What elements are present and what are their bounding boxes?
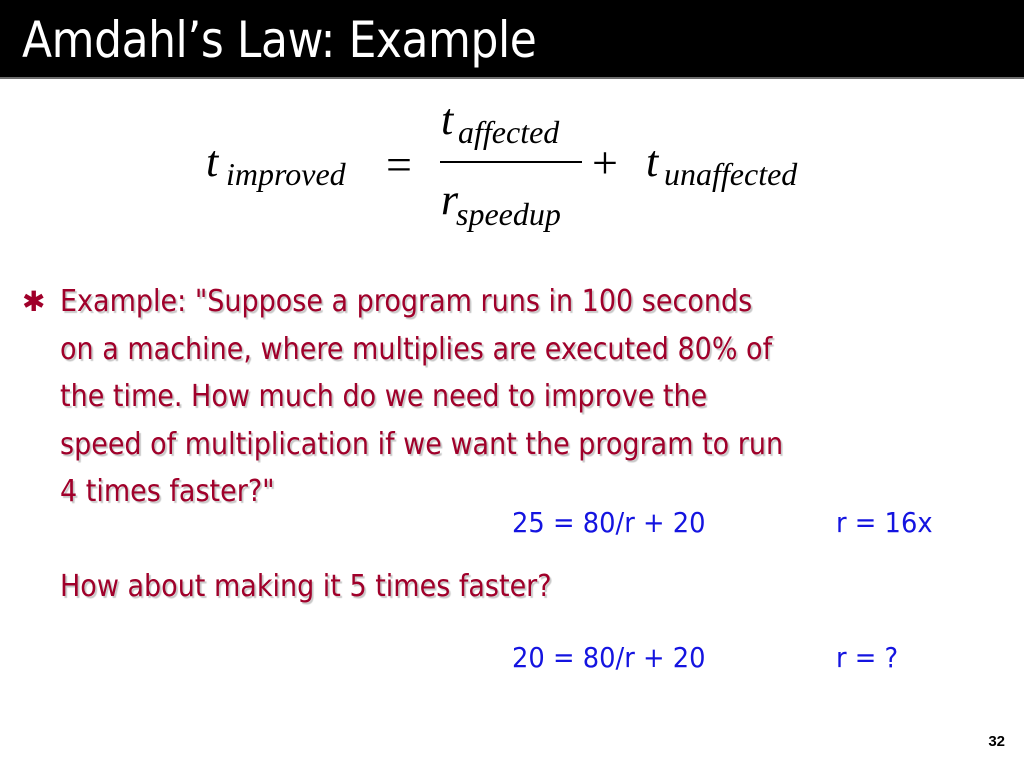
formula-lhs-var: t bbox=[206, 137, 219, 186]
bullet-line: on a machine, where multiplies are execu… bbox=[60, 331, 773, 367]
asterisk-bullet-icon: ✱ bbox=[22, 285, 46, 318]
formula-plus: + bbox=[592, 137, 618, 188]
formula-num-sub: affected bbox=[458, 114, 560, 150]
answer1-equation: 25 = 80/r + 20 bbox=[512, 506, 706, 539]
formula-num-var: t bbox=[441, 95, 454, 144]
formula-equals: = bbox=[386, 139, 412, 190]
amdahl-formula: t improved = t affected r speedup + t un… bbox=[200, 95, 840, 243]
formula-rhs-var: t bbox=[646, 137, 659, 186]
fraction-bar bbox=[440, 161, 582, 163]
answer1-result: r = 16x bbox=[836, 506, 933, 539]
bullet-line: Example: "Suppose a program runs in 100 … bbox=[60, 284, 753, 319]
bullet-text: Example: "Suppose a program runs in 100 … bbox=[60, 278, 783, 516]
formula-den-sub: speedup bbox=[456, 196, 561, 232]
formula-lhs-sub: improved bbox=[226, 156, 346, 192]
answer2-result: r = ? bbox=[836, 641, 899, 674]
slide-title: Amdahl’s Law: Example bbox=[22, 11, 537, 69]
title-bar: Amdahl’s Law: Example bbox=[0, 0, 1024, 79]
bullet-line: speed of multiplication if we want the p… bbox=[60, 426, 784, 462]
answer2-equation: 20 = 80/r + 20 bbox=[512, 641, 706, 674]
formula-rhs-sub: unaffected bbox=[664, 156, 798, 192]
page-number: 32 bbox=[988, 733, 1005, 750]
bullet-line: the time. How much do we need to improve… bbox=[60, 379, 708, 414]
question2-text: How about making it 5 times faster? bbox=[60, 569, 552, 604]
